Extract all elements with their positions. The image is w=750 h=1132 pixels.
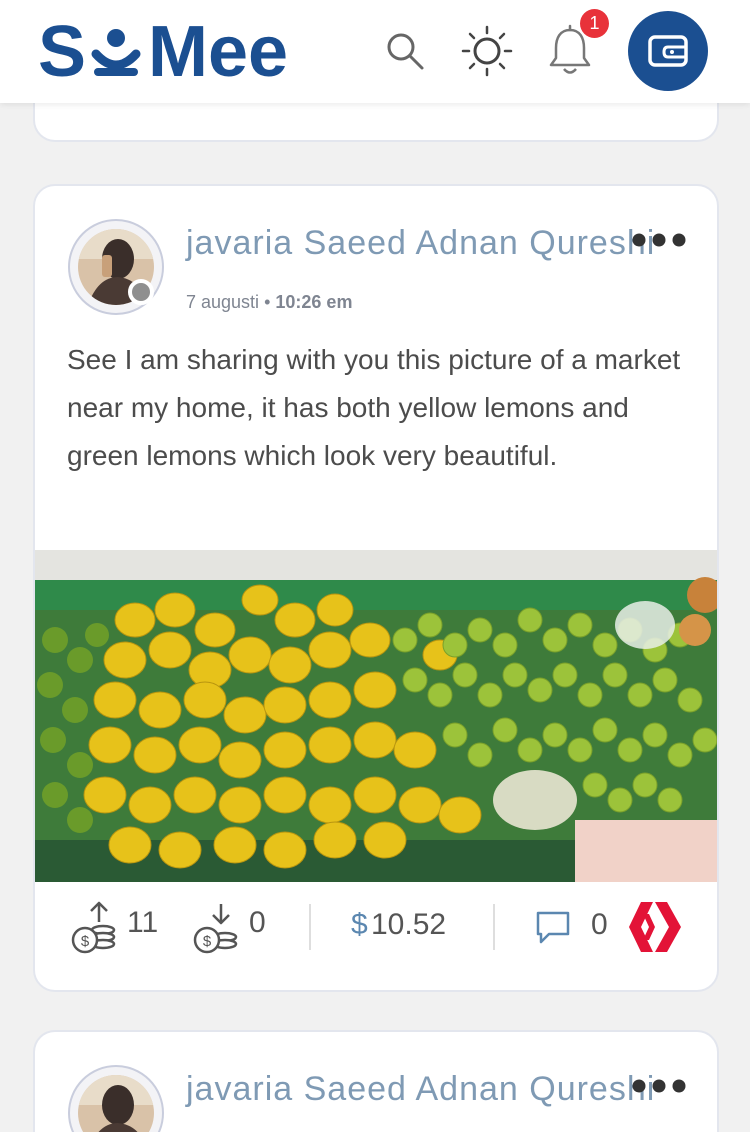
svg-text:$: $ bbox=[81, 933, 90, 950]
post-date: 7 augusti bbox=[186, 292, 260, 312]
svg-text:S: S bbox=[38, 16, 87, 86]
next-avatar-photo bbox=[78, 1075, 154, 1132]
notification-badge: 1 bbox=[580, 9, 609, 38]
upvote-coins-icon: $ bbox=[71, 901, 116, 954]
online-status-dot bbox=[128, 279, 154, 305]
next-author-avatar[interactable] bbox=[68, 1065, 164, 1132]
upvote-count: 11 bbox=[127, 906, 159, 939]
search-icon[interactable] bbox=[384, 30, 426, 72]
wallet-icon bbox=[648, 35, 688, 67]
post-card: javaria Saeed Adnan Qureshi 7 augusti • … bbox=[33, 184, 719, 992]
comment-button[interactable]: 0 bbox=[533, 908, 613, 948]
downvote-count: 0 bbox=[249, 906, 266, 939]
payout-amount: 10.52 bbox=[371, 908, 447, 941]
author-name[interactable]: javaria Saeed Adnan Qureshi bbox=[186, 224, 655, 263]
author-avatar[interactable] bbox=[68, 219, 164, 315]
post-time: 10:26 em bbox=[275, 292, 353, 312]
next-post-card: javaria Saeed Adnan Qureshi bbox=[33, 1030, 719, 1132]
payout-symbol: $ bbox=[351, 908, 368, 941]
next-author-name[interactable]: javaria Saeed Adnan Qureshi bbox=[186, 1070, 655, 1109]
footer-divider-1 bbox=[309, 904, 311, 950]
logo-graphic: S Mee bbox=[38, 12, 288, 92]
top-bar: S Mee 1 bbox=[0, 0, 750, 103]
post-body[interactable]: See I am sharing with you this picture o… bbox=[67, 336, 687, 480]
lemons-photo bbox=[35, 550, 717, 882]
wallet-button[interactable] bbox=[628, 11, 708, 91]
more-options-icon[interactable] bbox=[631, 232, 687, 248]
date-separator: • bbox=[264, 292, 276, 312]
comment-count: 0 bbox=[591, 908, 608, 941]
post-timestamp: 7 augusti • 10:26 em bbox=[186, 292, 352, 313]
payout-button[interactable]: $ 10.52 bbox=[351, 904, 471, 950]
footer-divider-2 bbox=[493, 904, 495, 950]
hive-icon[interactable] bbox=[625, 900, 685, 954]
next-more-options-icon[interactable] bbox=[631, 1078, 687, 1094]
svg-text:$: $ bbox=[203, 933, 212, 950]
svg-text:Mee: Mee bbox=[148, 16, 288, 86]
comment-icon bbox=[536, 911, 570, 944]
theme-sun-icon[interactable] bbox=[460, 24, 514, 78]
post-image[interactable] bbox=[35, 550, 717, 882]
downvote-button[interactable]: $ 0 bbox=[191, 900, 281, 956]
upvote-button[interactable]: $ 11 bbox=[69, 900, 159, 956]
downvote-coins-icon: $ bbox=[193, 904, 238, 954]
somee-logo[interactable]: S Mee bbox=[38, 12, 358, 92]
